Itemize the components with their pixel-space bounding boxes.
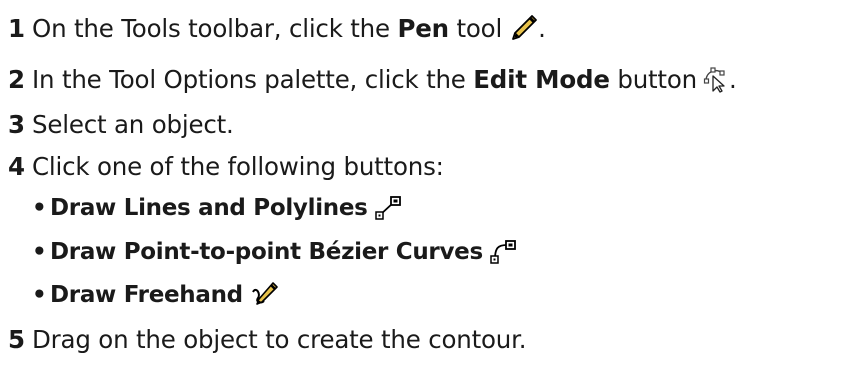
sub-item-label: Draw Point-to-point Bézier Curves	[50, 239, 483, 265]
step-period: .	[538, 13, 546, 43]
sub-item-draw-lines: • Draw Lines and Polylines	[32, 188, 404, 228]
step-text-after: tool	[448, 13, 503, 43]
step-text: In the Tool Options palette, click the	[32, 64, 474, 94]
sub-item-label: Draw Lines and Polylines	[50, 195, 368, 221]
step-emphasis: Pen	[397, 13, 449, 43]
step-text: Drag on the object to create the contour…	[32, 324, 527, 354]
step-5: 5 Drag on the object to create the conto…	[8, 319, 527, 359]
sub-item-bezier: • Draw Point-to-point Bézier Curves	[32, 232, 519, 272]
step-number: 5	[8, 324, 25, 354]
draw-lines-icon	[374, 194, 404, 222]
step-number: 3	[8, 109, 25, 139]
step-text: Click one of the following buttons:	[32, 151, 444, 181]
step-text: On the Tools toolbar, click the	[32, 13, 398, 43]
edit-mode-icon	[703, 65, 729, 93]
bezier-curves-icon	[489, 238, 519, 266]
freehand-icon	[249, 280, 279, 310]
step-4: 4 Click one of the following buttons:	[8, 146, 444, 186]
step-number: 2	[8, 64, 25, 94]
step-emphasis: Edit Mode	[473, 64, 610, 94]
step-period: .	[728, 64, 737, 94]
step-1: 1 On the Tools toolbar, click the Pen to…	[8, 8, 546, 48]
sub-item-label: Draw Freehand	[50, 282, 243, 308]
sub-item-freehand: • Draw Freehand	[32, 275, 279, 315]
instruction-list: 1 On the Tools toolbar, click the Pen to…	[0, 0, 855, 391]
step-2: 2 In the Tool Options palette, click the…	[8, 59, 737, 99]
bullet: •	[32, 239, 47, 265]
bullet: •	[32, 282, 47, 308]
step-text: Select an object.	[32, 109, 234, 139]
step-text-after: button	[609, 64, 697, 94]
pen-tool-icon	[508, 13, 538, 43]
step-number: 1	[8, 13, 25, 43]
bullet: •	[32, 195, 47, 221]
step-number: 4	[8, 151, 25, 181]
step-3: 3 Select an object.	[8, 104, 234, 144]
